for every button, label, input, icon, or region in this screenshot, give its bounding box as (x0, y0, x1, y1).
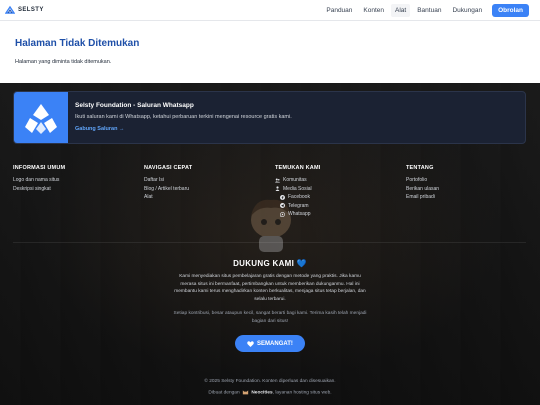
footer-link[interactable]: Daftar Isi (144, 176, 192, 185)
footer-link-community[interactable]: Komunitas (275, 176, 320, 185)
main-content: Halaman Tidak Ditemukan Halaman yang dim… (0, 21, 540, 83)
telegram-icon (280, 203, 285, 209)
support-description: Kami menyediakan situs pembelajaran grat… (174, 274, 366, 302)
footer-divider (13, 242, 526, 243)
nav-dukungan[interactable]: Dukungan (448, 4, 486, 17)
whatsapp-icon (280, 211, 285, 217)
foundation-logo-icon (25, 103, 57, 134)
footer-link-telegram[interactable]: Telegram (275, 202, 320, 211)
brand-name: SELSTY (18, 7, 44, 13)
nav-panduan[interactable]: Panduan (322, 4, 356, 17)
footer-column-find-us: TEMUKAN KAMI Komunitas Media Sosial Face… (275, 165, 320, 219)
column-heading: NAVIGASI CEPAT (144, 165, 193, 171)
user-icon (275, 186, 280, 192)
made-with-prefix: Dibuat dengan (208, 390, 240, 396)
made-with-suffix: , layanan hosting situs web. (272, 390, 332, 396)
support-note: Setiap kontribusi, besar ataupun kecil, … (173, 311, 367, 324)
cat-icon (242, 390, 249, 395)
nav-bantuan[interactable]: Bantuan (413, 4, 445, 17)
main-nav: Panduan Konten Alat Bantuan Dukungan Obr… (322, 0, 540, 21)
support-button-label: SEMANGAT! (257, 340, 293, 347)
foundation-logo (14, 92, 68, 143)
support-title: DUKUNG KAMI 💙 (233, 259, 307, 268)
page-title: Halaman Tidak Ditemukan (15, 38, 140, 49)
not-found-message: Halaman yang diminta tidak ditemukan. (15, 59, 112, 65)
footer-link-label: Media Sosial (283, 185, 312, 192)
footer-link[interactable]: Email pribadi (406, 193, 439, 202)
logo-icon (5, 5, 15, 14)
footer-link[interactable]: Blog / Artikel terbaru (144, 185, 192, 194)
facebook-icon (280, 194, 285, 200)
footer-column-quick-nav: NAVIGASI CEPAT Daftar Isi Blog / Artikel… (144, 165, 192, 202)
footer-link[interactable]: Alat (144, 193, 192, 202)
footer-link[interactable]: Portofolio (406, 176, 439, 185)
whatsapp-channel-card: Selsty Foundation - Saluran Whatsapp Iku… (13, 91, 526, 144)
whatsapp-card-description: Ikuti saluran kami di Whatsapp, ketahui … (75, 114, 292, 120)
nav-konten[interactable]: Konten (359, 4, 388, 17)
footer-link-facebook[interactable]: Facebook (275, 193, 320, 202)
column-heading: TENTANG (406, 165, 434, 171)
heart-icon (247, 340, 254, 347)
whatsapp-card-title: Selsty Foundation - Saluran Whatsapp (75, 102, 194, 109)
footer-link[interactable]: Deskripsi singkat (13, 185, 65, 194)
neocities-link[interactable]: Neocities (251, 390, 272, 395)
footer-link[interactable]: Berikan ulasan (406, 185, 439, 194)
footer-column-about: TENTANG Portofolio Berikan ulasan Email … (406, 165, 439, 202)
support-button[interactable]: SEMANGAT! (235, 335, 305, 352)
copyright-text: © 2025 Selsty Foundation. Konten diperlu… (204, 379, 336, 384)
footer-link-social-media[interactable]: Media Sosial (275, 185, 320, 194)
footer: Selsty Foundation - Saluran Whatsapp Iku… (0, 83, 540, 405)
column-heading: TEMUKAN KAMI (275, 165, 321, 171)
footer-link[interactable]: Logo dan nama situs (13, 176, 65, 185)
footer-link-label: Facebook (288, 194, 310, 200)
footer-column-general: INFORMASI UMUM Logo dan nama situs Deskr… (13, 165, 65, 193)
made-with-line: Dibuat dengan Neocities, layanan hosting… (0, 389, 540, 395)
top-navigation-bar: SELSTY Panduan Konten Alat Bantuan Dukun… (0, 0, 540, 21)
nav-alat[interactable]: Alat (391, 4, 411, 17)
column-heading: INFORMASI UMUM (13, 165, 66, 171)
footer-link-whatsapp[interactable]: Whatsapp (275, 210, 320, 219)
footer-link-label: Komunitas (283, 177, 307, 183)
users-icon (275, 178, 280, 183)
join-channel-link[interactable]: Gabung Saluran → (75, 126, 125, 132)
footer-link-label: Whatsapp (288, 211, 311, 217)
chat-button[interactable]: Obrolan (492, 4, 529, 17)
footer-link-label: Telegram (288, 202, 309, 209)
brand[interactable]: SELSTY (5, 5, 44, 15)
